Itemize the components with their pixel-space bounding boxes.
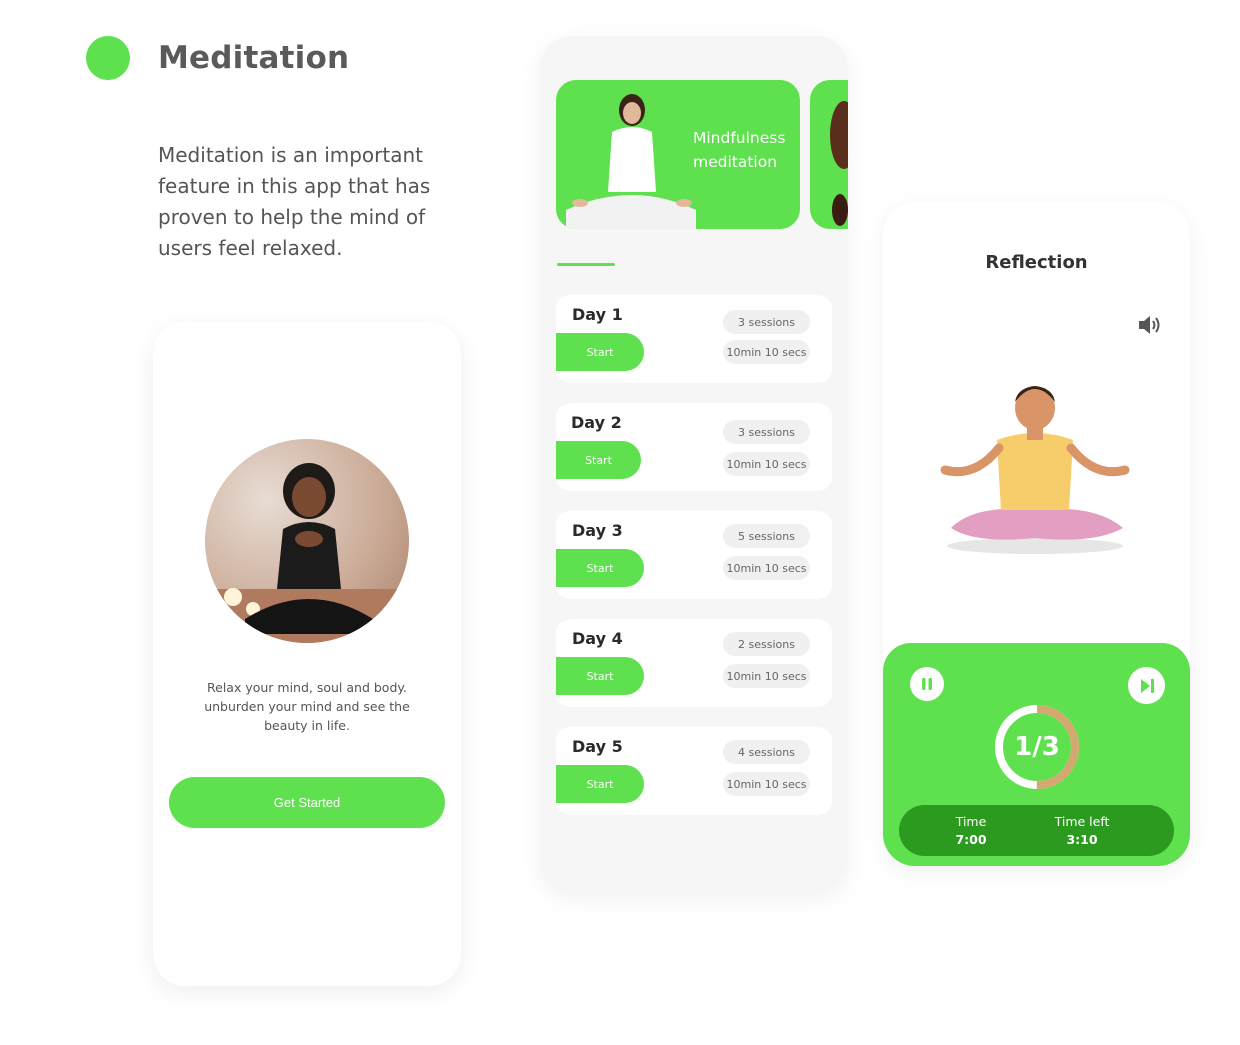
player-panel: 1/3 Time 7:00 Time left 3:10: [883, 643, 1190, 866]
onboarding-screen: Relax your mind, soul and body. unburden…: [153, 322, 461, 986]
time-label: Time: [955, 814, 987, 829]
day-title: Day 1: [572, 305, 623, 324]
program-screen: Mindfulness meditation Day 1 Start 3 ses…: [540, 36, 848, 892]
start-button[interactable]: Start: [556, 657, 644, 695]
day-card: Day 3 Start 5 sessions 10min 10 secs: [556, 511, 832, 599]
get-started-button[interactable]: Get Started: [169, 777, 445, 828]
duration-badge: 10min 10 secs: [723, 556, 810, 580]
sessions-badge: 5 sessions: [723, 524, 810, 548]
brand-dot: [86, 36, 130, 80]
time-bar: Time 7:00 Time left 3:10: [899, 805, 1174, 856]
pause-icon[interactable]: [910, 667, 944, 701]
sessions-badge: 3 sessions: [723, 310, 810, 334]
skip-next-icon[interactable]: [1128, 667, 1165, 704]
player-screen: Reflection 1/3 Time 7:00 Time left 3:10: [883, 202, 1190, 866]
start-button[interactable]: Start: [556, 333, 644, 371]
duration-badge: 10min 10 secs: [723, 452, 810, 476]
start-button[interactable]: Start: [556, 441, 641, 479]
sessions-badge: 4 sessions: [723, 740, 810, 764]
meditating-woman-photo: [205, 439, 409, 643]
day-card: Day 5 Start 4 sessions 10min 10 secs: [556, 727, 832, 815]
duration-badge: 10min 10 secs: [723, 340, 810, 364]
speaker-icon[interactable]: [1137, 314, 1163, 336]
onboarding-text: Relax your mind, soul and body. unburden…: [204, 680, 410, 733]
day-title: Day 3: [572, 521, 623, 540]
duration-badge: 10min 10 secs: [723, 664, 810, 688]
day-title: Day 5: [572, 737, 623, 756]
mindfulness-banner[interactable]: Mindfulness meditation: [556, 80, 800, 229]
page-title: Meditation: [158, 40, 350, 76]
next-banner-peek[interactable]: [810, 80, 848, 229]
session-title: Reflection: [985, 252, 1088, 273]
day-card: Day 2 Start 3 sessions 10min 10 secs: [556, 403, 832, 491]
session-progress-label: 1/3: [1014, 732, 1060, 762]
day-title: Day 2: [571, 413, 622, 432]
time-remaining: Time left 3:10: [1044, 813, 1120, 849]
page-description: Meditation is an important feature in th…: [158, 143, 431, 260]
start-button[interactable]: Start: [556, 765, 644, 803]
sessions-badge: 3 sessions: [723, 420, 810, 444]
day-card: Day 1 Start 3 sessions 10min 10 secs: [556, 295, 832, 383]
sessions-badge: 2 sessions: [723, 632, 810, 656]
time-elapsed: Time 7:00: [941, 813, 1001, 849]
duration-badge: 10min 10 secs: [723, 772, 810, 796]
time-left-label: Time left: [1054, 814, 1110, 829]
day-title: Day 4: [572, 629, 623, 648]
start-button[interactable]: Start: [556, 549, 644, 587]
carousel-indicator: [557, 263, 615, 266]
day-card: Day 4 Start 2 sessions 10min 10 secs: [556, 619, 832, 707]
meditation-figure-illustration: [935, 378, 1135, 558]
banner-title: Mindfulness meditation: [693, 129, 786, 171]
time-value: 7:00: [955, 832, 987, 847]
time-left-value: 3:10: [1066, 832, 1098, 847]
